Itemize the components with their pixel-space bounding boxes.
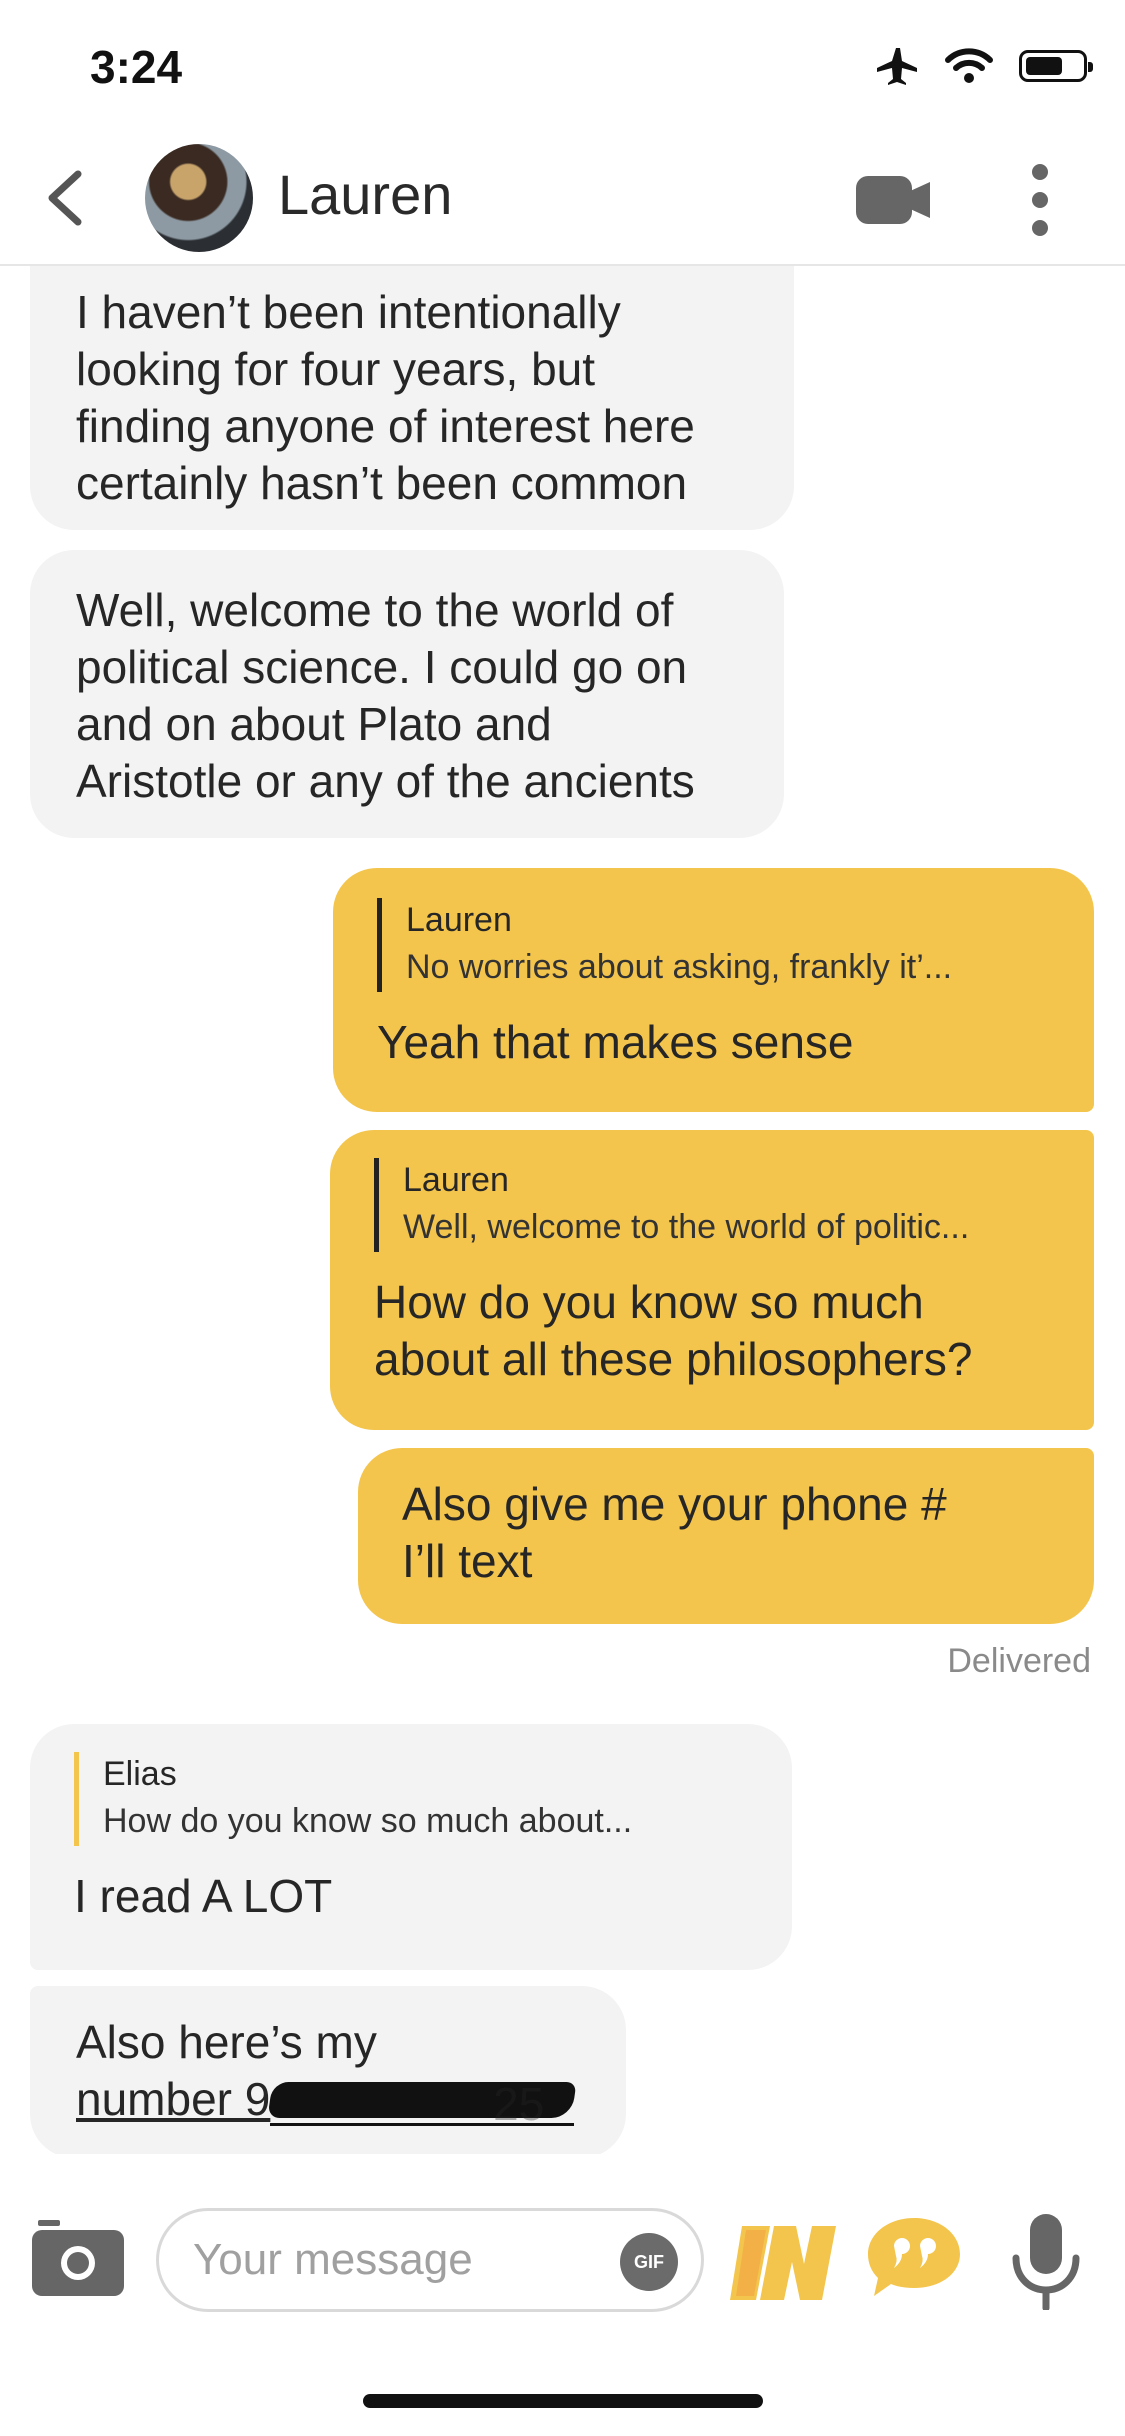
message-text: How do you know so much about all these …: [374, 1276, 973, 1385]
status-bar: 3:24: [0, 0, 1125, 132]
status-icons: [875, 46, 1093, 86]
quote-text: No worries about asking, frankly it’...: [406, 948, 953, 986]
camera-icon[interactable]: [32, 2220, 124, 2296]
quote-icon[interactable]: [866, 2216, 962, 2300]
message-text: Also give me your phone # I’ll text: [402, 1478, 947, 1587]
chat-header: Lauren: [0, 132, 1125, 266]
quote-author: Lauren: [403, 1161, 509, 1199]
message-list[interactable]: I haven’t been intentionally looking for…: [0, 264, 1125, 2154]
wifi-icon: [945, 48, 993, 83]
redacted-phone-number: 25: [270, 2076, 575, 2130]
message-bubble-incoming[interactable]: Well, welcome to the world of political …: [30, 550, 784, 838]
home-indicator[interactable]: [363, 2394, 763, 2408]
reply-quote: Lauren No worries about asking, frankly …: [377, 898, 1064, 992]
video-call-icon[interactable]: [856, 174, 932, 226]
message-bubble-outgoing[interactable]: Lauren No worries about asking, frankly …: [333, 868, 1094, 1112]
quote-text: How do you know so much about...: [103, 1802, 633, 1840]
phone-number-prefix: number 9: [76, 2073, 271, 2125]
message-composer: GIF: [0, 2180, 1125, 2330]
reply-quote: Elias How do you know so much about...: [74, 1752, 762, 1846]
quote-author: Lauren: [406, 901, 512, 939]
delivered-status: Delivered: [947, 1642, 1091, 1680]
in-icon[interactable]: [730, 2220, 836, 2304]
battery-icon: [1019, 50, 1093, 82]
status-time: 3:24: [90, 41, 183, 93]
message-text: Also here’s my: [76, 2016, 377, 2068]
message-text: Yeah that makes sense: [377, 1016, 854, 1068]
message-bubble-incoming[interactable]: I haven’t been intentionally looking for…: [30, 264, 794, 530]
quote-author: Elias: [103, 1755, 177, 1793]
back-icon[interactable]: [38, 166, 98, 230]
message-text: Well, welcome to the world of political …: [76, 584, 695, 807]
more-icon[interactable]: [1022, 162, 1058, 238]
airplane-icon: [877, 48, 917, 85]
avatar[interactable]: [145, 144, 253, 252]
message-bubble-incoming[interactable]: Also here’s my number 9 25: [30, 1986, 626, 2154]
message-text: I haven’t been intentionally looking for…: [76, 286, 695, 509]
message-bubble-incoming[interactable]: Elias How do you know so much about... I…: [30, 1724, 792, 1970]
message-bubble-outgoing[interactable]: Also give me your phone # I’ll text: [358, 1448, 1094, 1624]
message-text-line2: number 9 25: [76, 2071, 596, 2130]
gif-icon[interactable]: GIF: [620, 2233, 678, 2291]
quote-text: Well, welcome to the world of politic...: [403, 1208, 970, 1246]
message-bubble-outgoing[interactable]: Lauren Well, welcome to the world of pol…: [330, 1130, 1094, 1430]
microphone-icon[interactable]: [1008, 2214, 1084, 2310]
message-text: I read A LOT: [74, 1870, 333, 1922]
reply-quote: Lauren Well, welcome to the world of pol…: [374, 1158, 1064, 1252]
contact-name[interactable]: Lauren: [278, 162, 452, 227]
